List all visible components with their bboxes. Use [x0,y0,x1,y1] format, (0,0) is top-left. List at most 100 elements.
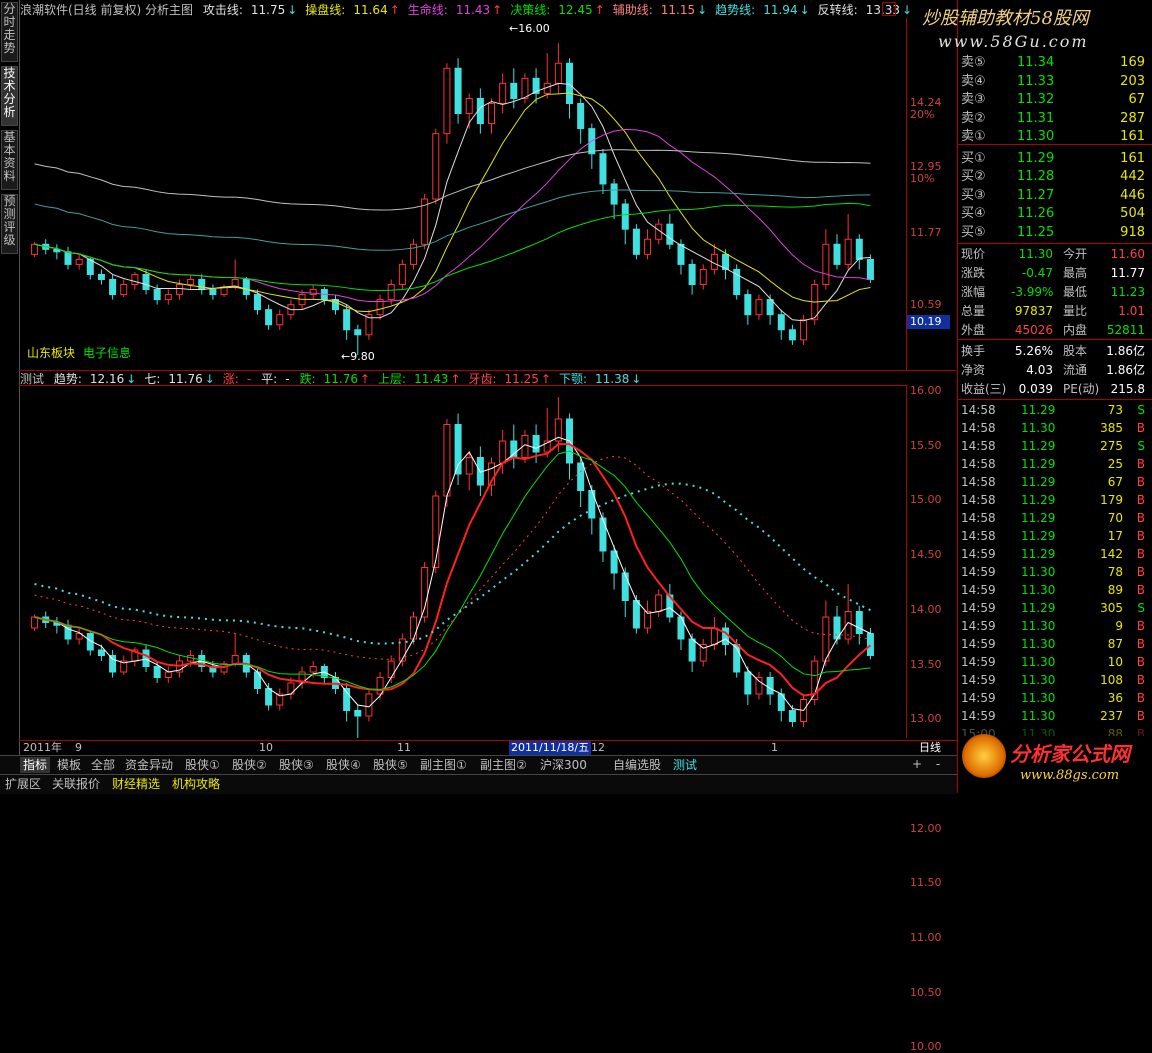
tick-volume: 108 [1100,673,1123,687]
ask-row[interactable]: 卖② 11.31 287 [961,110,1151,128]
indicator-axis-tick: 12.00 [910,821,942,835]
zoom-out-button[interactable]: - [936,757,940,771]
stat-row: 净资 4.03 流通 1.86亿 [961,361,1151,379]
tick-row: 14:58 11.29 275 S [961,437,1151,455]
chart-settings-icon[interactable] [882,2,896,16]
tick-list[interactable]: 14:58 11.29 73 S 14:58 11.30 385 B 14:58 1… [958,401,1152,736]
ind-indicator-number: 11.76 [168,372,203,386]
indicator-tab[interactable]: 模板 [54,757,84,773]
stat-value: 5.26% [1014,344,1053,358]
candle-body [744,671,752,695]
tick-price: 11.30 [1021,673,1056,687]
tick-time: 14:58 [961,421,996,435]
ask-row[interactable]: 卖③ 11.32 67 [961,91,1151,109]
indicator-tab[interactable]: 指标 [20,757,51,773]
bid-row[interactable]: 买③ 11.27 446 [961,187,1151,205]
stat-value: 97837 [1014,304,1053,318]
candle-body [744,294,752,316]
tick-row: 14:59 11.30 78 B [961,563,1151,581]
bottom-tab[interactable]: 关联报价 [49,776,103,792]
tick-row: 14:59 11.30 9 B [961,617,1151,635]
candle-body [510,82,518,99]
bid-row[interactable]: 买⑤ 11.25 918 [961,224,1151,242]
tick-time: 14:59 [961,655,996,669]
bottom-tab[interactable]: 机构攻略 [169,776,223,792]
candle-body [97,649,105,656]
indicator-tab[interactable]: 自编选股 [610,757,664,773]
indicator-axis-tick: 13.00 [910,712,942,726]
tick-side: B [1136,709,1145,723]
indicator-chart-svg [31,397,874,738]
ask-row[interactable]: 卖⑤ 11.34 169 [961,54,1151,72]
indicator-tab[interactable]: 股侠⑤ [370,757,411,773]
candle-body [309,666,317,673]
candle-body [443,424,451,497]
candle-body [164,294,172,301]
candle-body [142,649,150,667]
indicator-tab[interactable]: 股侠④ [323,757,364,773]
tick-time: 14:58 [961,529,996,543]
tick-volume: 179 [1100,493,1123,507]
indicator-tab[interactable]: 沪深300 [537,757,590,773]
indicator-tab[interactable]: 股侠① [182,757,223,773]
tick-price: 11.29 [1021,475,1056,489]
bid-row[interactable]: 买④ 11.26 504 [961,205,1151,223]
ind-indicator-value: 上层: [378,372,407,386]
indicator-chart[interactable] [19,385,907,738]
indicator-tab[interactable]: 股侠② [229,757,270,773]
bid-row[interactable]: 买① 11.29 161 [961,150,1151,168]
logo-flower-icon [962,734,1006,778]
current-price-tag: 10.19 [907,315,950,329]
candle-body [621,203,629,230]
main-axis-tick: 10% [910,172,935,185]
ind-indicator-number: 11.38 [595,372,630,386]
stat-row: 换手 5.26% 股本 1.86亿 [961,342,1151,360]
period-label[interactable]: 日线 [919,741,941,755]
ind-indicator-value: 趋势: [53,372,82,386]
bid-row[interactable]: 买② 11.28 442 [961,168,1151,186]
tick-side: B [1136,475,1145,489]
side-tab-technical[interactable]: 技术分析 [1,66,18,126]
indicator-tab[interactable]: 副主图① [417,757,470,773]
ask-row[interactable]: 卖④ 11.33 203 [961,73,1151,91]
candle-body [331,299,339,311]
main-chart-title: 浪潮软件(日线 前复权) 分析主图 [20,3,193,17]
candle-body [31,616,39,629]
level-volume: 203 [1120,73,1145,89]
side-tab-fundamentals[interactable]: 基本资料 [1,130,18,190]
indicator-tab[interactable]: 测试 [670,757,700,773]
tick-side: S [1137,403,1145,417]
level-volume: 442 [1120,169,1145,184]
indicator-tab[interactable]: 资金异动 [122,757,176,773]
indicator-tab[interactable]: 股侠③ [276,757,317,773]
zoom-in-button[interactable]: + [912,757,922,771]
tick-side: S [1137,601,1145,615]
candle-body [265,688,273,706]
candle-body [521,77,529,99]
tick-side: B [1136,691,1145,705]
stat-label: 今开 [1063,247,1088,261]
side-tab-rating[interactable]: 预测评级 [1,194,18,254]
side-tab-bar: 分时走势 技术分析 基本资料 预测评级 [0,0,20,760]
candle-body [209,289,217,296]
tick-side: B [1136,421,1145,435]
bottom-tab[interactable]: 财经精选 [109,776,163,792]
indicator-axis-tick: 14.00 [910,602,942,616]
main-kline-chart[interactable]: 山东板块 电子信息 ←16.00 ←9.80 [19,18,907,370]
quote-panel: 炒股辅助教材58股网 www.58Gu.com 卖⑤ 11.34 169 卖④ 1… [922,0,1152,793]
level-label: 卖④ [961,73,986,89]
level-label: 卖② [961,110,986,126]
side-tab-intraday[interactable]: 分时走势 [1,2,18,62]
candle-body [499,440,507,464]
ind-trend-arrow-icon: ↑ [540,372,551,386]
stat-value: 1.86亿 [1106,344,1145,358]
level-volume: 161 [1120,150,1145,166]
candle-body [454,67,462,115]
indicator-tab[interactable]: 副主图② [477,757,530,773]
bottom-tab[interactable]: 扩展区 [2,776,44,792]
indicator-tab[interactable]: 全部 [88,757,118,773]
stat-value: -3.99% [1011,285,1054,299]
candle-body [465,97,473,115]
tick-row: 14:59 11.29 305 S [961,599,1151,617]
level-price: 11.32 [1017,92,1055,107]
